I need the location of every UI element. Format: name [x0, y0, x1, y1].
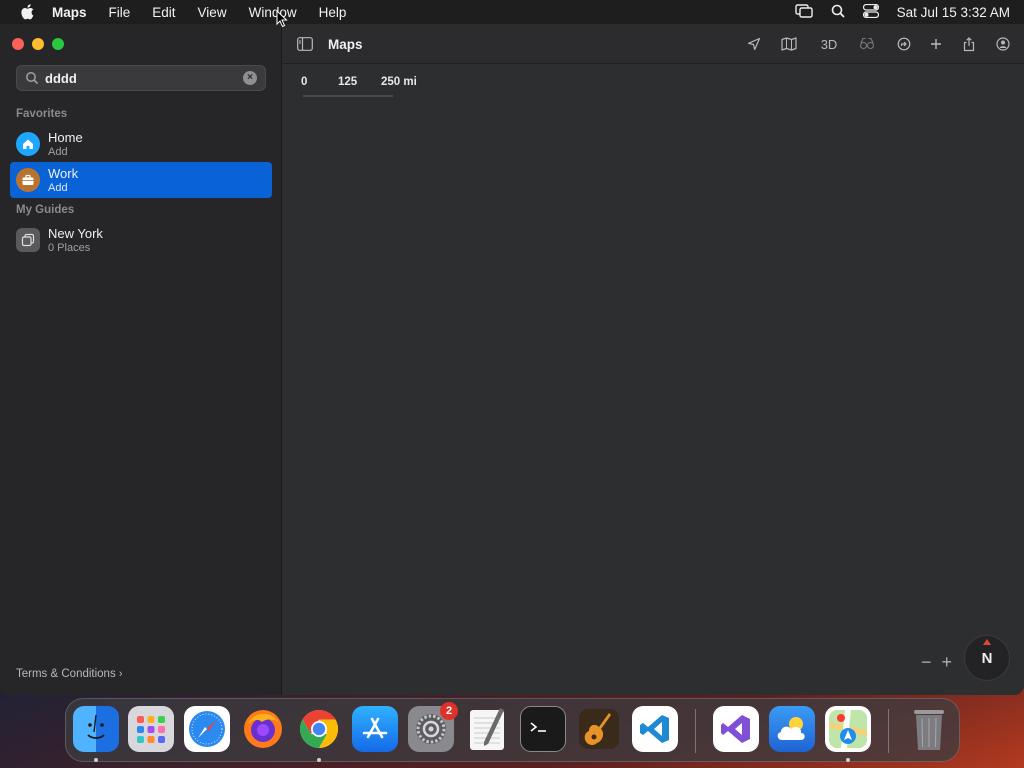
share-icon[interactable]	[959, 35, 979, 53]
house-icon	[16, 132, 40, 156]
apple-menu-icon[interactable]	[16, 0, 38, 24]
menu-view[interactable]: View	[198, 5, 227, 20]
close-window-button[interactable]	[12, 38, 24, 50]
maps-window: dddd × Favorites Home Add Work Add My Gu…	[0, 24, 1024, 695]
menu-bar-clock[interactable]: Sat Jul 15 3:32 AM	[897, 5, 1010, 20]
scale-label-max: 250 mi	[381, 76, 417, 88]
clear-search-icon[interactable]: ×	[243, 71, 257, 85]
menu-edit[interactable]: Edit	[152, 5, 175, 20]
scale-bar	[303, 95, 393, 97]
zoom-in-button[interactable]: +	[941, 652, 952, 673]
garageband-icon[interactable]	[576, 706, 622, 752]
menu-app-name[interactable]: Maps	[52, 5, 87, 20]
launchpad-icon[interactable]	[128, 706, 174, 752]
favorite-item-home[interactable]: Home Add	[10, 126, 272, 162]
favorite-item-work[interactable]: Work Add	[10, 162, 272, 198]
menu-window[interactable]: Window	[249, 5, 297, 20]
running-indicator	[317, 758, 321, 762]
current-location-icon[interactable]	[744, 35, 764, 53]
compass-north-label: N	[981, 649, 993, 667]
search-field[interactable]: dddd ×	[16, 65, 266, 91]
system-settings-icon[interactable]: 2	[408, 702, 458, 752]
control-center-icon[interactable]	[862, 3, 879, 21]
guide-icon	[16, 228, 40, 252]
look-around-icon[interactable]	[857, 35, 877, 53]
dock: 2	[65, 698, 960, 762]
dock-separator	[695, 709, 696, 753]
app-store-icon[interactable]	[352, 706, 398, 752]
terms-link[interactable]: Terms & Conditions ›	[16, 668, 123, 680]
3d-button[interactable]: 3D	[817, 35, 841, 53]
textedit-icon[interactable]	[464, 706, 510, 752]
sidebar-toggle-icon[interactable]	[297, 37, 313, 51]
notification-badge: 2	[440, 702, 458, 720]
spotlight-search-icon[interactable]	[831, 4, 845, 21]
scale-label-zero: 0	[301, 76, 308, 88]
compass[interactable]: N	[964, 635, 1010, 681]
sidebar: dddd × Favorites Home Add Work Add My Gu…	[0, 24, 282, 695]
visual-studio-icon[interactable]	[713, 706, 759, 752]
firefox-icon[interactable]	[240, 706, 286, 752]
menu-bar: Maps File Edit View Window Help Sat Jul …	[0, 0, 1024, 24]
map-mode-icon[interactable]	[779, 35, 799, 53]
my-guides-heading: My Guides	[16, 204, 75, 216]
favorites-heading: Favorites	[16, 108, 68, 120]
menu-file[interactable]: File	[109, 5, 131, 20]
search-input-value[interactable]: dddd	[45, 71, 243, 86]
minimize-window-button[interactable]	[32, 38, 44, 50]
window-controls	[12, 38, 64, 50]
search-icon	[26, 72, 39, 85]
dock-separator	[888, 709, 889, 753]
account-icon[interactable]	[993, 35, 1013, 53]
add-icon[interactable]	[926, 35, 946, 53]
directions-icon[interactable]	[894, 35, 914, 53]
weather-icon[interactable]	[769, 706, 815, 752]
favorite-title: Home	[48, 130, 83, 145]
guide-title: New York	[48, 226, 103, 241]
finder-icon[interactable]	[73, 706, 119, 752]
screen-mirroring-icon[interactable]	[794, 3, 813, 21]
toolbar: Maps 3D	[283, 24, 1024, 64]
maps-app-icon[interactable]	[825, 706, 871, 752]
window-title: Maps	[328, 37, 363, 52]
briefcase-icon	[16, 168, 40, 192]
fullscreen-window-button[interactable]	[52, 38, 64, 50]
compass-needle-icon	[983, 639, 991, 645]
mouse-cursor-icon	[276, 10, 288, 28]
guide-item-new-york[interactable]: New York 0 Places	[10, 222, 272, 258]
menu-help[interactable]: Help	[319, 5, 347, 20]
guide-subtitle: 0 Places	[48, 242, 91, 254]
vscode-icon[interactable]	[632, 706, 678, 752]
favorite-subtitle: Add	[48, 146, 68, 158]
zoom-controls: − +	[921, 652, 952, 673]
terminal-icon[interactable]	[520, 706, 566, 752]
favorite-subtitle: Add	[48, 182, 68, 194]
map-view[interactable]: 0 125 250 mi − + N	[283, 65, 1024, 695]
zoom-out-button[interactable]: −	[921, 652, 932, 673]
chevron-right-icon: ›	[118, 668, 123, 680]
safari-icon[interactable]	[184, 706, 230, 752]
terms-label: Terms & Conditions	[16, 668, 116, 680]
running-indicator	[846, 758, 850, 762]
chrome-icon[interactable]	[296, 706, 342, 752]
running-indicator	[94, 758, 98, 762]
scale-label-mid: 125	[338, 76, 358, 88]
favorite-title: Work	[48, 166, 79, 181]
trash-icon[interactable]	[906, 706, 952, 752]
